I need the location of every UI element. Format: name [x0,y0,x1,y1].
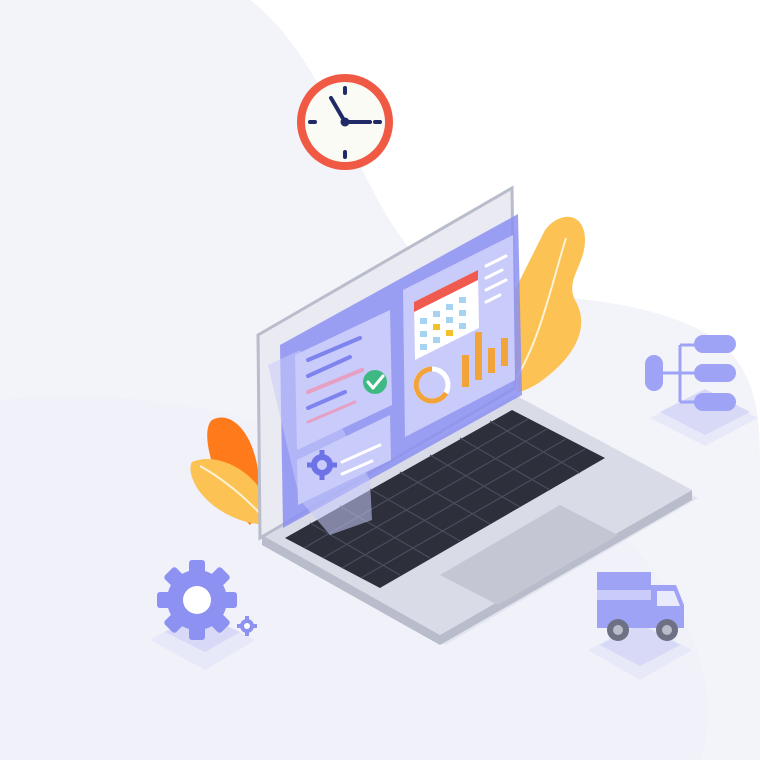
check-icon [363,370,387,394]
illustration-scene [0,0,760,760]
clock-icon [297,74,393,170]
